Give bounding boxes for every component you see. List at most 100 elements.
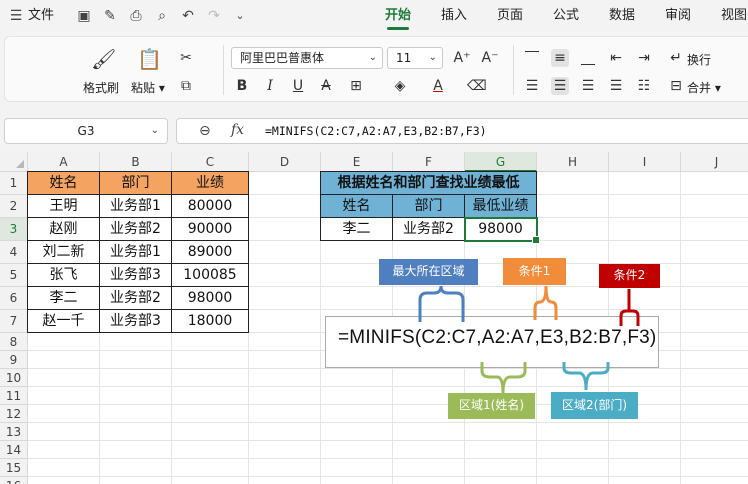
distribute-icon[interactable]: ☷ [635, 77, 653, 95]
format-painter-icon[interactable]: 🖌 [91, 47, 116, 71]
copy-icon[interactable]: ⧉ [177, 77, 195, 95]
row-header-2[interactable]: 2 [0, 195, 28, 218]
table-cell[interactable]: 赵刚 [27, 218, 100, 241]
row-header-15[interactable]: 15 [0, 459, 28, 477]
table-cell[interactable]: 业务部2 [100, 218, 172, 241]
tab-data[interactable]: 数据 [609, 0, 635, 32]
col-header-j[interactable]: J [681, 152, 748, 172]
border-icon[interactable]: ⊞ [347, 77, 365, 95]
table-cell[interactable]: 业务部3 [100, 264, 172, 287]
table-header-cell[interactable]: 最低业绩 [465, 195, 537, 218]
redo-icon[interactable]: ↷ [206, 8, 222, 24]
tab-home[interactable]: 开始 [385, 0, 411, 32]
lookup-title[interactable]: 根据姓名和部门查找业绩最低 [320, 171, 537, 195]
table-header-cell[interactable]: 部门 [100, 171, 172, 195]
strikethrough-icon[interactable]: A [317, 77, 335, 95]
row-header-3[interactable]: 3 [0, 218, 28, 241]
align-right-icon[interactable]: ☰ [579, 77, 597, 95]
print-preview-icon[interactable]: ⌕ [154, 8, 170, 24]
merge-button[interactable]: 合并 ▾ [687, 79, 721, 96]
paste-icon[interactable]: 📋 [137, 47, 162, 71]
formula-input[interactable]: ⊖ fx =MINIFS(C2:C7,A2:A7,E3,B2:B7,F3) [176, 118, 748, 144]
align-bottom-icon[interactable]: ⎽ [579, 49, 597, 67]
eraser-icon[interactable]: ⌫ [467, 77, 487, 95]
table-cell[interactable]: 刘二新 [27, 241, 100, 264]
table-cell[interactable]: 80000 [172, 195, 249, 218]
format-icon[interactable]: ✎ [102, 8, 118, 24]
decrease-font-icon[interactable]: A⁻ [481, 49, 499, 67]
table-header-cell[interactable]: 姓名 [27, 171, 100, 195]
print-icon[interactable]: ⎙ [128, 8, 144, 24]
table-header-cell[interactable]: 业绩 [172, 171, 249, 195]
cut-icon[interactable]: ✂ [177, 49, 195, 67]
table-cell[interactable]: 李二 [320, 218, 393, 241]
row-header-13[interactable]: 13 [0, 423, 28, 441]
align-middle-icon[interactable]: ≡ [551, 49, 569, 67]
col-header-b[interactable]: B [100, 152, 172, 172]
row-header-11[interactable]: 11 [0, 387, 28, 405]
font-color-icon[interactable]: A [429, 77, 447, 95]
fill-color-icon[interactable]: ◈ [391, 77, 409, 95]
table-cell[interactable]: 李二 [27, 287, 100, 310]
table-header-cell[interactable]: 部门 [393, 195, 465, 218]
paste-button[interactable]: 粘贴 ▾ [131, 79, 165, 96]
table-cell[interactable]: 赵一千 [27, 310, 100, 333]
formula-text[interactable]: =MINIFS(C2:C7,A2:A7,E3,B2:B7,F3) [265, 124, 487, 138]
row-header-16[interactable]: 16 [0, 477, 28, 484]
col-header-c[interactable]: C [172, 152, 249, 172]
zoom-icon[interactable]: ⊖ [199, 123, 211, 139]
table-cell[interactable]: 98000 [172, 287, 249, 310]
result-cell[interactable]: 98000 [465, 218, 537, 241]
align-top-icon[interactable]: ⎺ [523, 49, 541, 67]
justify-icon[interactable]: ☰ [607, 77, 625, 95]
tab-insert[interactable]: 插入 [441, 0, 467, 32]
table-cell[interactable]: 18000 [172, 310, 249, 333]
table-cell[interactable]: 业务部1 [100, 241, 172, 264]
table-cell[interactable]: 业务部2 [100, 287, 172, 310]
row-header-14[interactable]: 14 [0, 441, 28, 459]
italic-icon[interactable]: I [261, 77, 279, 95]
bold-icon[interactable]: B [233, 77, 251, 95]
row-header-4[interactable]: 4 [0, 241, 28, 264]
hamburger-icon[interactable]: ☰ [8, 8, 24, 24]
font-size-select[interactable]: 11 ⌄ [387, 47, 443, 69]
format-painter-button[interactable]: 格式刷 [83, 79, 119, 96]
row-header-9[interactable]: 9 [0, 351, 28, 369]
tab-review[interactable]: 审阅 [665, 0, 691, 32]
row-header-6[interactable]: 6 [0, 287, 28, 310]
wrap-text-button[interactable]: 换行 [687, 51, 711, 68]
table-cell[interactable]: 89000 [172, 241, 249, 264]
underline-icon[interactable]: U [289, 77, 307, 95]
save-icon[interactable]: ▣ [76, 8, 92, 24]
table-cell[interactable]: 业务部1 [100, 195, 172, 218]
indent-increase-icon[interactable]: ⇥ [635, 49, 653, 67]
table-cell[interactable]: 90000 [172, 218, 249, 241]
col-header-i[interactable]: I [609, 152, 681, 172]
table-cell[interactable]: 王明 [27, 195, 100, 218]
indent-decrease-icon[interactable]: ⇤ [607, 49, 625, 67]
tab-page[interactable]: 页面 [497, 0, 523, 32]
name-box[interactable]: G3 ⌄ [4, 118, 168, 144]
file-menu[interactable]: 文件 [28, 0, 54, 32]
col-header-e[interactable]: E [321, 152, 393, 172]
undo-icon[interactable]: ↶ [180, 8, 196, 24]
fx-icon[interactable]: fx [231, 122, 244, 138]
col-header-d[interactable]: D [249, 152, 321, 172]
tab-formula[interactable]: 公式 [553, 0, 579, 32]
align-center-icon[interactable]: ☰ [551, 77, 569, 95]
table-cell[interactable]: 张飞 [27, 264, 100, 287]
select-all-corner[interactable] [0, 152, 28, 172]
col-header-g[interactable]: G [465, 152, 537, 172]
col-header-f[interactable]: F [393, 152, 465, 172]
row-header-10[interactable]: 10 [0, 369, 28, 387]
increase-font-icon[interactable]: A⁺ [453, 49, 471, 67]
col-header-h[interactable]: H [537, 152, 609, 172]
chevron-down-icon[interactable]: ⌄ [232, 8, 248, 24]
merge-icon[interactable]: ⊟ [667, 77, 685, 95]
wrap-text-icon[interactable]: ↵ [667, 49, 685, 67]
tab-view[interactable]: 视图 [721, 0, 747, 32]
table-header-cell[interactable]: 姓名 [320, 195, 393, 218]
row-header-5[interactable]: 5 [0, 264, 28, 287]
font-name-select[interactable]: 阿里巴巴普惠体 ⌄ [231, 47, 383, 69]
align-left-icon[interactable]: ☰ [523, 77, 541, 95]
